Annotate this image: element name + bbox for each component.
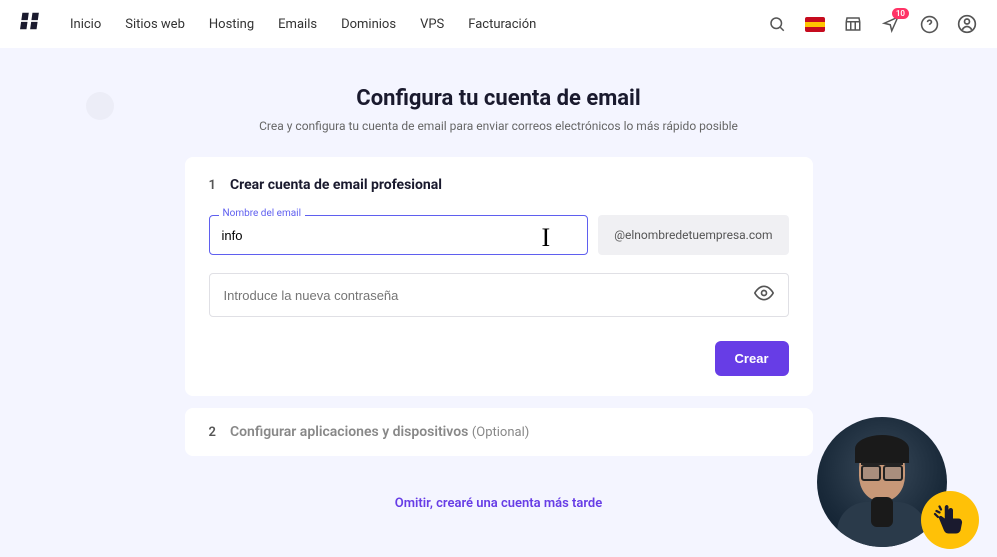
step2-title-text: Configurar aplicaciones y dispositivos [230,424,468,440]
nav-hosting[interactable]: Hosting [209,17,254,32]
password-row [209,273,789,317]
account-icon[interactable] [957,14,977,34]
step2-number: 2 [209,425,216,440]
notification-badge: 10 [892,8,909,19]
step2-optional: (Optional) [472,425,529,440]
email-row: Nombre del email I @elnombredetuempresa.… [209,215,789,255]
top-navigation: Inicio Sitios web Hosting Emails Dominio… [0,0,997,48]
nav-inicio[interactable]: Inicio [70,17,101,32]
page-title: Configura tu cuenta de email [0,86,997,111]
language-flag-icon[interactable] [805,14,825,34]
topbar-left: Inicio Sitios web Hosting Emails Dominio… [20,10,536,38]
email-input-wrap: Nombre del email I [209,215,589,255]
step2-card[interactable]: 2 Configurar aplicaciones y dispositivos… [185,408,813,456]
step1-number: 1 [209,178,216,193]
skip-link[interactable]: Omitir, crearé una cuenta más tarde [395,496,603,511]
nav-emails[interactable]: Emails [278,17,317,32]
topbar-right: 10 [767,14,977,34]
logo[interactable] [20,10,42,38]
notification-icon[interactable]: 10 [881,14,901,34]
step2-title: Configurar aplicaciones y dispositivos (… [230,424,529,440]
help-icon[interactable] [919,14,939,34]
step1-title: Crear cuenta de email profesional [230,177,442,193]
main-nav: Inicio Sitios web Hosting Emails Dominio… [70,17,536,32]
nav-facturacion[interactable]: Facturación [468,17,536,32]
nav-sitios-web[interactable]: Sitios web [125,17,185,32]
watermark [86,92,124,120]
password-input[interactable] [224,288,754,303]
step2-header: 2 Configurar aplicaciones y dispositivos… [209,424,789,440]
store-icon[interactable] [843,14,863,34]
email-input-label: Nombre del email [219,208,306,219]
step1-card: 1 Crear cuenta de email profesional Nomb… [185,157,813,396]
email-name-input[interactable] [209,215,589,255]
pointer-hand-icon [921,491,979,549]
show-password-icon[interactable] [754,283,774,307]
nav-vps[interactable]: VPS [420,17,444,32]
page-subtitle: Crea y configura tu cuenta de email para… [0,119,997,133]
create-button[interactable]: Crear [715,341,789,376]
step1-header: 1 Crear cuenta de email profesional [209,177,789,193]
create-row: Crear [209,341,789,376]
nav-dominios[interactable]: Dominios [341,17,396,32]
email-domain-display: @elnombredetuempresa.com [598,215,788,255]
search-icon[interactable] [767,14,787,34]
